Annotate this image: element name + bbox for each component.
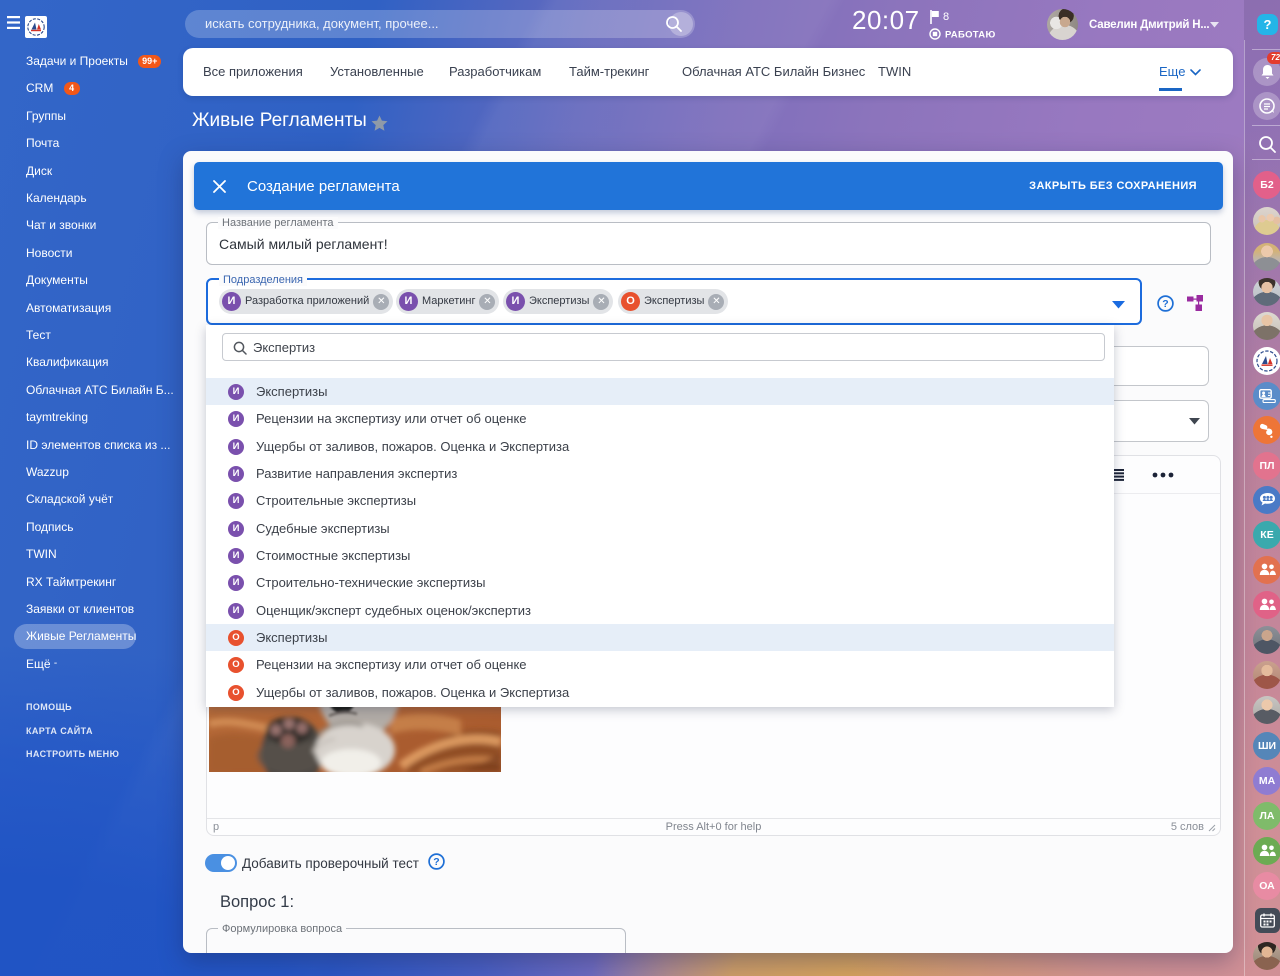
- svg-text:8: 8: [943, 11, 949, 23]
- svg-text:?: ?: [433, 856, 439, 868]
- svg-text:?: ?: [1162, 298, 1168, 310]
